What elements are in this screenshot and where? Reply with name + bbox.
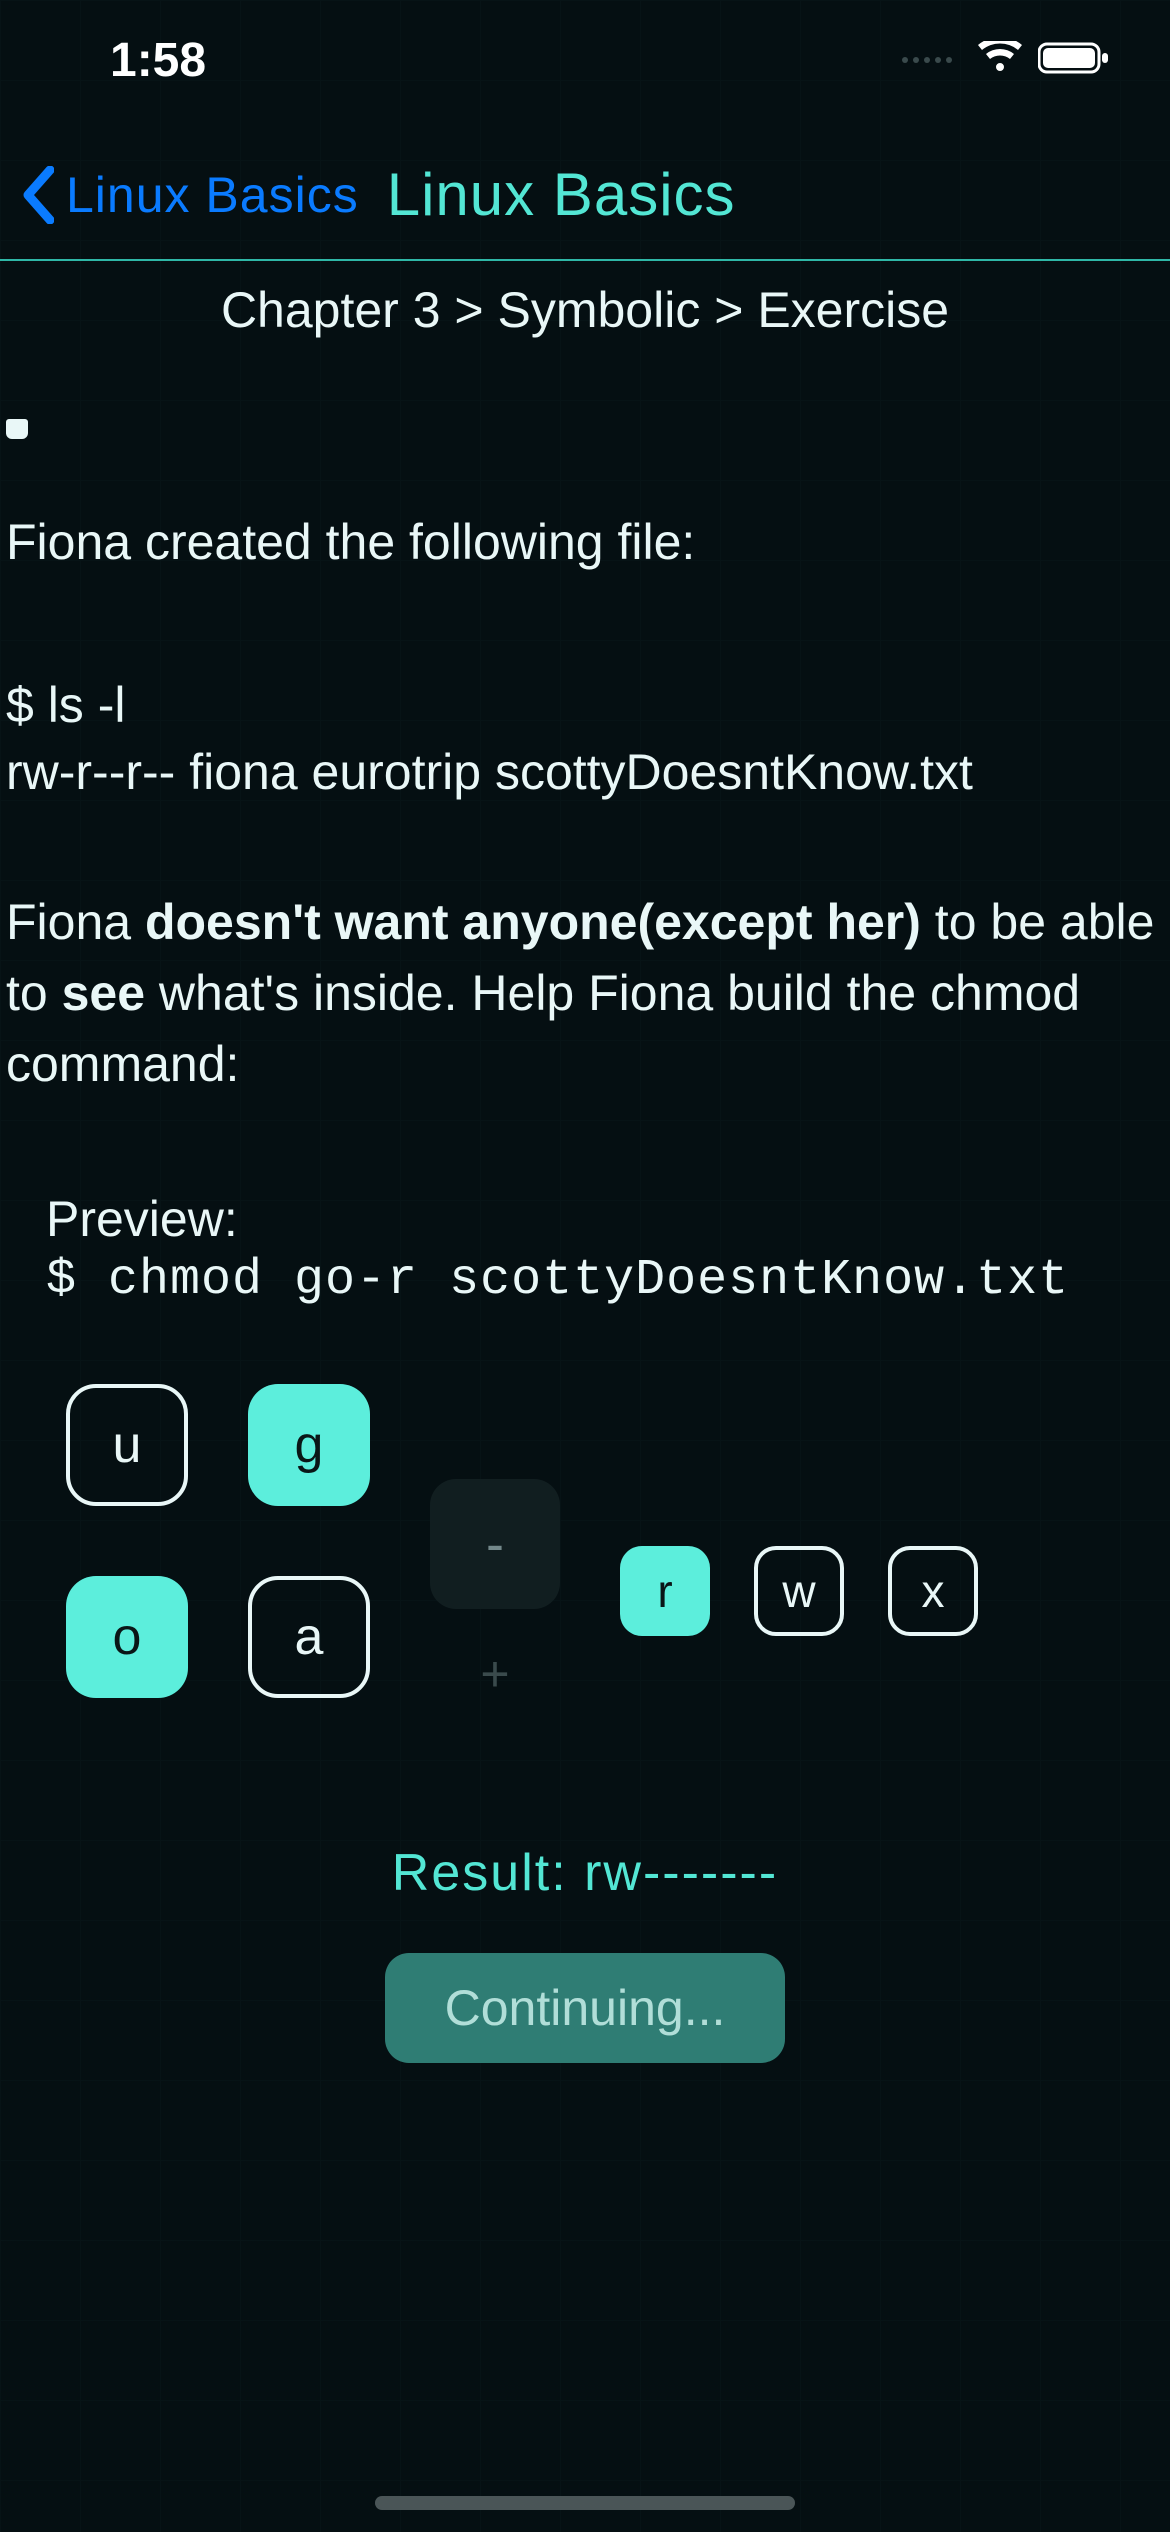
who-a-button[interactable]: a <box>248 1576 370 1698</box>
body-bold2: see <box>62 965 145 1021</box>
ls-command: $ ls -l <box>6 672 1164 740</box>
status-time: 1:58 <box>110 33 206 88</box>
continue-button-label: Continuing... <box>445 1980 726 2036</box>
exercise-body: Fiona doesn't want anyone(except her) to… <box>6 887 1164 1100</box>
back-button-label[interactable]: Linux Basics <box>66 166 359 224</box>
result-value: rw------- <box>584 1844 778 1902</box>
op-plus-button[interactable]: + <box>480 1645 509 1703</box>
body-bold1: doesn't want anyone(except her) <box>145 894 921 950</box>
exercise-intro: Fiona created the following file: <box>6 509 1164 577</box>
who-u-button[interactable]: u <box>66 1384 188 1506</box>
status-bar: 1:58 <box>0 0 1170 120</box>
ls-output: $ ls -l rw-r--r-- fiona eurotrip scottyD… <box>6 672 1164 807</box>
ls-result: rw-r--r-- fiona eurotrip scottyDoesntKno… <box>6 739 1164 807</box>
who-g-button[interactable]: g <box>248 1384 370 1506</box>
cellular-dots-icon <box>902 57 952 63</box>
body-pre: Fiona <box>6 894 145 950</box>
nav-bar: Linux Basics Linux Basics <box>0 120 1170 259</box>
battery-icon <box>1038 41 1110 80</box>
status-icons <box>902 41 1110 80</box>
preview-command: $ chmod go-r scottyDoesntKnow.txt <box>46 1252 1164 1309</box>
page-title: Linux Basics <box>387 160 736 229</box>
preview-block: Preview: $ chmod go-r scottyDoesntKnow.t… <box>6 1190 1164 1309</box>
breadcrumb: Chapter 3 > Symbolic > Exercise <box>0 281 1170 339</box>
wifi-icon <box>978 41 1022 80</box>
chmod-builder: u g o a - + r w x <box>6 1379 1164 1703</box>
op-minus-button[interactable]: - <box>430 1479 560 1609</box>
perm-x-button[interactable]: x <box>888 1546 978 1636</box>
body-post: what's inside. Help Fiona build the chmo… <box>6 965 1080 1092</box>
home-indicator[interactable] <box>375 2496 795 2510</box>
perm-r-button[interactable]: r <box>620 1546 710 1636</box>
back-chevron-icon[interactable] <box>20 166 54 224</box>
who-o-button[interactable]: o <box>66 1576 188 1698</box>
perm-w-button[interactable]: w <box>754 1546 844 1636</box>
divider <box>0 259 1170 261</box>
continue-button[interactable]: Continuing... <box>385 1953 786 2063</box>
result-label: Result: <box>392 1844 584 1902</box>
preview-label: Preview: <box>46 1190 1164 1248</box>
progress-marker-icon <box>6 419 28 439</box>
result-line: Result: rw------- <box>6 1843 1164 1903</box>
